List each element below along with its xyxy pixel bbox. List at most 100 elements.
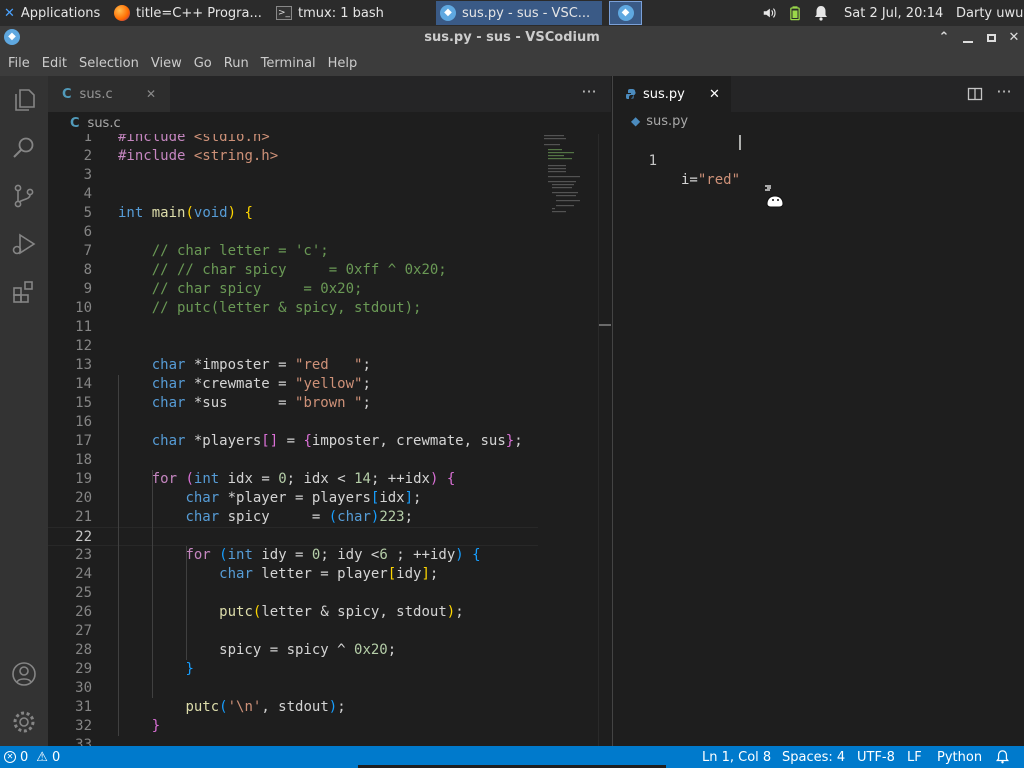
taskbar-item-vscodium[interactable]: ◆ sus.py - sus - VSC...: [436, 1, 602, 25]
line-number: 1: [83, 134, 92, 145]
window-shade-icon[interactable]: ⌃: [936, 30, 952, 46]
volume-icon[interactable]: [758, 1, 780, 25]
code-line: 7 // char letter = 'c';: [48, 242, 538, 261]
problems-indicator[interactable]: ✕ 0 ⚠ 0: [4, 746, 60, 768]
code-editor-py[interactable]: 1 i="red": [613, 133, 1024, 188]
close-icon[interactable]: ✕: [146, 87, 156, 101]
code-line: 16: [48, 413, 538, 432]
extensions-icon[interactable]: [10, 278, 38, 306]
split-editor-icon[interactable]: [967, 86, 983, 102]
tab-sus-c[interactable]: C sus.c ✕: [48, 76, 170, 112]
line-number: 2: [83, 148, 92, 164]
code-text: char spicy = (char)223;: [185, 509, 414, 525]
code-text: char *imposter = "red ";: [151, 357, 371, 373]
language-mode[interactable]: Python: [937, 746, 982, 768]
line-number: 4: [83, 186, 92, 202]
encoding[interactable]: UTF-8: [857, 746, 895, 768]
search-icon[interactable]: [10, 134, 38, 162]
line-number: 30: [75, 680, 92, 696]
applications-menu-button[interactable]: ✕ Applications: [0, 1, 108, 25]
indentation[interactable]: Spaces: 4: [782, 746, 845, 768]
c-file-icon: C: [70, 115, 80, 131]
code-text: char *players[] = {imposter, crewmate, s…: [151, 433, 523, 449]
code-line: 14 char *crewmate = "yellow";: [48, 375, 538, 394]
menu-selection[interactable]: Selection: [73, 56, 145, 71]
code-line: 33: [48, 736, 538, 746]
code-line: 2 #include <string.h>: [48, 147, 538, 166]
code-line: 25: [48, 584, 538, 603]
window-minimize-icon[interactable]: [960, 30, 976, 46]
vscodium-icon: ◆: [617, 5, 634, 21]
notifications-bell-icon[interactable]: [996, 746, 1009, 768]
run-debug-icon[interactable]: [10, 230, 38, 258]
line-number: 6: [83, 224, 92, 240]
taskbar-item-firefox[interactable]: title=C++ Progra...: [110, 1, 270, 25]
menu-go[interactable]: Go: [188, 56, 218, 71]
code-text: // // char spicy = 0xff ^ 0x20;: [151, 262, 447, 278]
editor-group-left: C sus.c ✕ ··· C sus.c 1 #include <stdio.h…: [48, 76, 611, 746]
account-icon[interactable]: [10, 660, 38, 688]
source-control-icon[interactable]: [10, 182, 38, 210]
window-titlebar: ◆ sus.py - sus - VSCodium ⌃ ✕: [0, 26, 1024, 50]
taskbar-item-tmux[interactable]: >_ tmux: 1 bash: [272, 1, 434, 25]
tab-sus-py[interactable]: sus.py ✕: [613, 76, 731, 112]
line-number: 12: [75, 338, 92, 354]
menu-help[interactable]: Help: [322, 56, 364, 71]
code-text: // putc(letter & spicy, stdout);: [151, 300, 422, 316]
close-icon[interactable]: ✕: [709, 87, 720, 102]
code-line: 15 char *sus = "brown ";: [48, 394, 538, 413]
code-editor-c[interactable]: 1 #include <stdio.h> 2 #include <string.h> 3…: [48, 134, 538, 746]
menu-view[interactable]: View: [145, 56, 188, 71]
indent-guide: [186, 546, 187, 660]
more-actions-icon[interactable]: ···: [993, 84, 1015, 104]
settings-gear-icon[interactable]: [10, 708, 38, 736]
line-number: 13: [75, 357, 92, 373]
window-close-icon[interactable]: ✕: [1006, 30, 1022, 46]
line-number: 19: [75, 471, 92, 487]
line-number: 16: [75, 414, 92, 430]
explorer-files-icon[interactable]: [10, 86, 38, 114]
menu-edit[interactable]: Edit: [36, 56, 73, 71]
notification-bell-icon[interactable]: [810, 1, 832, 25]
mouse-cursor-icon: [763, 184, 785, 210]
code-text: // char letter = 'c';: [151, 243, 329, 259]
line-number: 24: [75, 566, 92, 582]
battery-icon[interactable]: [786, 1, 804, 25]
menu-terminal[interactable]: Terminal: [255, 56, 322, 71]
window-maximize-icon[interactable]: [984, 30, 1000, 46]
vscodium-icon: ◆: [440, 5, 456, 21]
warning-icon: ⚠: [36, 749, 48, 765]
code-text: char letter = player[idy];: [219, 566, 439, 582]
code-text: char *player = players[idx];: [185, 490, 422, 506]
panel-clock[interactable]: Sat 2 Jul, 20:14: [840, 1, 948, 25]
line-number: 10: [75, 300, 92, 316]
code-text: #include <string.h>: [118, 148, 279, 164]
editor-scrollbar[interactable]: [598, 134, 611, 746]
taskbar-item-vscodium-small[interactable]: ◆: [609, 1, 642, 25]
code-text: putc('\n', stdout);: [185, 699, 346, 715]
menu-run[interactable]: Run: [218, 56, 255, 71]
breadcrumb[interactable]: C sus.c: [70, 112, 121, 134]
code-text: char *crewmate = "yellow";: [151, 376, 371, 392]
line-number: 1: [648, 153, 657, 169]
menubar: File Edit Selection View Go Run Terminal…: [0, 50, 1024, 76]
line-number: 21: [75, 509, 92, 525]
menu-file[interactable]: File: [0, 56, 36, 71]
line-number: 32: [75, 718, 92, 734]
line-ending[interactable]: LF: [907, 746, 922, 768]
minimap[interactable]: [538, 134, 598, 746]
code-line: 6: [48, 223, 538, 242]
line-number: 22: [75, 529, 92, 545]
code-line: 29 }: [48, 660, 538, 679]
code-text: for (int idy = 0; idy <6 ; ++idy) {: [185, 547, 481, 563]
panel-user-menu[interactable]: Darty uwu: [952, 1, 1024, 25]
code-line: 20 char *player = players[idx];: [48, 489, 538, 508]
python-file-icon: [625, 88, 637, 100]
breadcrumb[interactable]: ◆ sus.py: [631, 110, 688, 132]
more-actions-icon[interactable]: ···: [578, 84, 600, 104]
code-line: 13 char *imposter = "red ";: [48, 356, 538, 375]
firefox-icon: [114, 5, 130, 21]
line-number: 17: [75, 433, 92, 449]
code-text: // char spicy = 0x20;: [151, 281, 363, 297]
cursor-position[interactable]: Ln 1, Col 8: [702, 746, 771, 768]
